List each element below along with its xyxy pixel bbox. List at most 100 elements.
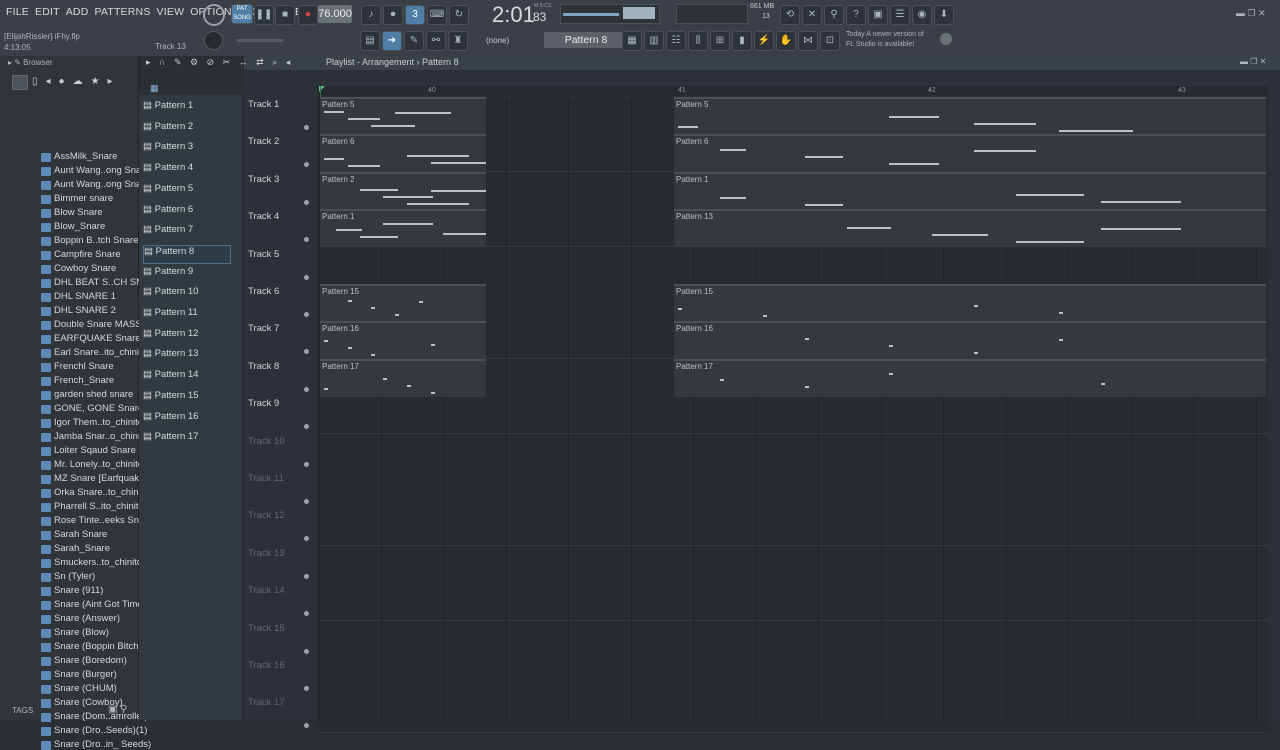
pattern-item[interactable]: ▤ Pattern 15 (143, 390, 229, 407)
pattern-item[interactable]: ▤ Pattern 17 (143, 431, 229, 448)
countdown-icon[interactable]: 3 (405, 5, 425, 25)
pattern-clip[interactable]: Pattern 17 (674, 358, 1266, 397)
track-lane[interactable] (318, 471, 1268, 509)
browser-item[interactable]: Mr. Lonely..to_chinito) (54, 459, 146, 470)
track-mute-led[interactable] (304, 386, 309, 392)
browser-item[interactable]: Snare (Boppin Bitch) (54, 641, 142, 652)
timeline-ruler[interactable] (318, 86, 1268, 96)
browser-item[interactable]: Snare (Aint Got Time) (54, 599, 146, 610)
track-label[interactable]: Track 17 (248, 697, 285, 708)
playlist-window-controls[interactable]: ▬ ❐ ✕ (1240, 57, 1266, 66)
undo-icon[interactable]: ⟲ (780, 5, 800, 25)
browser-item[interactable]: Boppin B..tch Snare (54, 235, 139, 246)
track-label[interactable]: Track 3 (248, 174, 279, 185)
pattern-clip[interactable]: Pattern 5 (320, 97, 486, 135)
pattern-clip[interactable]: Pattern 13 (674, 209, 1266, 248)
download-icon[interactable]: ⬇ (934, 5, 954, 25)
mixer-icon[interactable]: ☰ (890, 5, 910, 25)
pattern-clip[interactable]: Pattern 1 (320, 209, 486, 248)
browser-item[interactable]: Blow Snare (54, 207, 103, 218)
browser-item[interactable]: Igor Them..to_chinito) (54, 417, 146, 428)
track-mute-led[interactable] (304, 274, 309, 280)
tags-edit-icon[interactable]: ▣ (108, 704, 117, 715)
browser-item[interactable]: Sarah_Snare (54, 543, 110, 554)
pattern-clip[interactable]: Pattern 15 (674, 284, 1266, 322)
track-lane[interactable] (318, 396, 1268, 435)
track-label[interactable]: Track 2 (248, 136, 279, 147)
mixer-view-icon[interactable]: ⫼ (688, 31, 708, 51)
pattern-item[interactable]: ▤ Pattern 4 (143, 162, 229, 179)
track-lane[interactable] (318, 246, 1268, 285)
browser-filter-icons[interactable]: ▯◂●☁★▸ (32, 76, 121, 87)
browser-item[interactable]: Frenchl Snare (54, 361, 114, 372)
track-label[interactable]: Track 5 (248, 249, 279, 260)
loop-record-icon[interactable]: ↻ (449, 5, 469, 25)
track-label[interactable]: Track 6 (248, 286, 279, 297)
pattern-item[interactable]: ▤ Pattern 2 (143, 121, 229, 138)
browser-item[interactable]: Double Snare MASSA (54, 319, 148, 330)
track-mute-led[interactable] (304, 723, 309, 729)
pattern-selector[interactable]: Pattern 8 (544, 32, 628, 48)
browser-item[interactable]: MZ Snare [Earfquake] (54, 473, 147, 484)
news-icon[interactable] (940, 33, 952, 45)
menu-patterns[interactable]: PATTERNS (94, 6, 150, 34)
browser-item[interactable]: Blow_Snare (54, 221, 105, 232)
stop-button[interactable]: ■ (275, 5, 295, 25)
link-icon[interactable]: ⚯ (426, 31, 446, 51)
browser-item[interactable]: Sn (Tyler) (54, 571, 95, 582)
picker-mode-icon[interactable]: ▦ (150, 83, 159, 94)
browser-item[interactable]: garden shed snare (54, 389, 133, 400)
snap-selector[interactable]: (none) (486, 36, 509, 45)
cpu-dial-icon[interactable] (203, 4, 225, 26)
pattern-item[interactable]: ▤ Pattern 12 (143, 328, 229, 345)
channel-rack-icon[interactable]: ☷ (666, 31, 686, 51)
browser-item[interactable]: Earl Snare..ito_chinito) (54, 347, 150, 358)
browser-item[interactable]: Bimmer snare (54, 193, 113, 204)
chat-icon[interactable]: ◉ (912, 5, 932, 25)
draw-tool-icon[interactable]: ✎ (404, 31, 424, 51)
track-mute-led[interactable] (304, 461, 309, 467)
track-mute-led[interactable] (304, 573, 309, 579)
window-controls[interactable]: ▬ ❐ ✕ (1236, 8, 1266, 19)
pattern-item[interactable]: ▤ Pattern 9 (143, 266, 229, 283)
magnet-icon[interactable]: ⋈ (798, 31, 818, 51)
wait-input-icon[interactable]: ⏺ (383, 5, 403, 25)
tempo-tap-icon[interactable]: ✋ (776, 31, 796, 51)
pat-song-toggle[interactable]: PAT SONG (231, 4, 253, 24)
pattern-item[interactable]: ▤ Pattern 14 (143, 369, 229, 386)
track-label[interactable]: Track 15 (248, 623, 285, 634)
track-label[interactable]: Track 9 (248, 398, 279, 409)
track-mute-led[interactable] (304, 648, 309, 654)
browser-item[interactable]: Sarah Snare (54, 529, 107, 540)
track-label[interactable]: Track 16 (248, 660, 285, 671)
browser-back-icon[interactable] (12, 75, 28, 90)
track-lane[interactable] (318, 620, 1268, 659)
track-label[interactable]: Track 12 (248, 510, 285, 521)
browser-item[interactable]: Loiter Sqaud Snare (54, 445, 136, 456)
track-label[interactable]: Track 7 (248, 323, 279, 334)
pattern-clip[interactable]: Pattern 1 (674, 171, 1266, 210)
stamp-icon[interactable]: ♜ (448, 31, 468, 51)
track-mute-led[interactable] (304, 686, 309, 691)
tree-icon[interactable]: ⊞ (710, 31, 730, 51)
track-lane[interactable] (318, 695, 1268, 734)
track-lane[interactable] (318, 433, 1268, 472)
browser-item[interactable]: Rose Tinte..eeks Snare (54, 515, 153, 526)
pattern-item[interactable]: ▤ Pattern 11 (143, 307, 229, 324)
tags-label[interactable]: TAGS (12, 706, 33, 715)
browser-icon[interactable]: ▮ (732, 31, 752, 51)
track-label[interactable]: Track 1 (248, 99, 279, 110)
browser-item[interactable]: EARFQUAKE Snare (54, 333, 141, 344)
pattern-item[interactable]: ▤ Pattern 13 (143, 348, 229, 365)
track-label[interactable]: Track 4 (248, 211, 279, 222)
pattern-item[interactable]: ▤ Pattern 10 (143, 286, 229, 303)
search-icon[interactable]: ⚲ (120, 704, 127, 715)
pattern-clip[interactable]: Pattern 15 (320, 284, 486, 322)
track-mute-led[interactable] (304, 312, 309, 317)
pattern-clip[interactable]: Pattern 2 (320, 171, 486, 210)
browser-item[interactable]: GONE, GONE Snare (54, 403, 143, 414)
piano-roll-icon[interactable]: ▥ (644, 31, 664, 51)
menu-view[interactable]: VIEW (157, 6, 185, 34)
menu-edit[interactable]: EDIT (35, 6, 60, 34)
track-label[interactable]: Track 13 (248, 548, 285, 559)
